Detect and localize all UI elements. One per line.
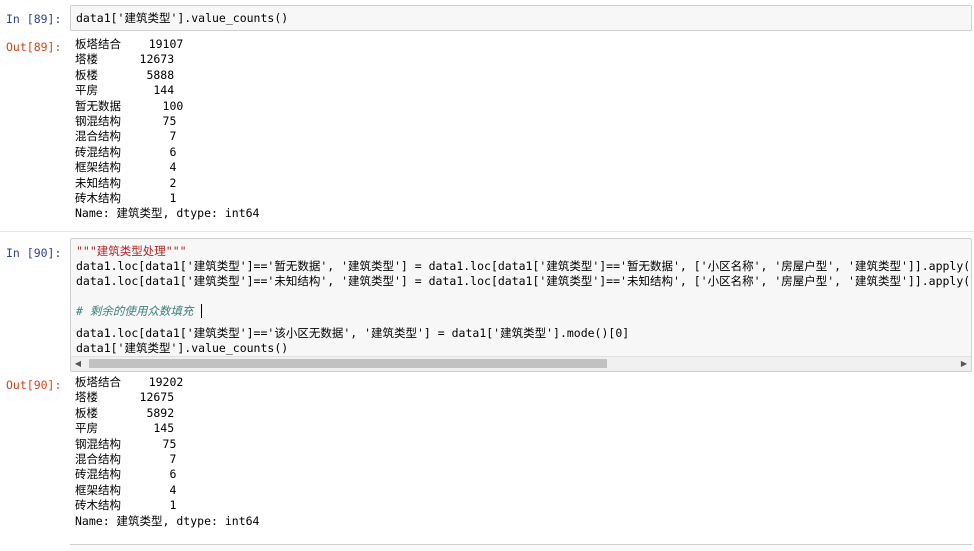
input-prompt-90: In [90]:	[6, 246, 62, 260]
cell-divider	[0, 231, 974, 232]
output-line: 板楼 5892	[75, 405, 175, 420]
output-line: Name: 建筑类型, dtype: int64	[75, 206, 260, 221]
output-line: 混合结构 7	[75, 452, 177, 466]
output-line: Name: 建筑类型, dtype: int64	[75, 513, 260, 528]
output-line: 框架结构 4	[75, 160, 177, 175]
output-line: 板塔结合 19202	[75, 375, 184, 389]
code-line: data1.loc[data1['建筑类型']=='该小区无数据', '建筑类型…	[76, 326, 630, 340]
code-line: data1.loc[data1['建筑类型']=='未知结构', '建筑类型']…	[76, 274, 972, 288]
output-prompt-89: Out[89]:	[6, 40, 62, 54]
output-line: 未知结构 2	[75, 175, 177, 190]
input-prompt-89: In [89]:	[6, 12, 62, 26]
output-line: 钢混结构 75	[75, 114, 177, 128]
code-line: data1['建筑类型'].value_counts()	[76, 341, 289, 355]
output-line: 砖混结构 6	[75, 467, 177, 482]
scroll-right-icon[interactable]: ▶	[957, 357, 971, 371]
output-line: 砖木结构 1	[75, 498, 177, 513]
code-line: data1['建筑类型'].value_counts()	[76, 11, 289, 25]
code-cell-90[interactable]: """建筑类型处理""" data1.loc[data1['建筑类型']=='暂…	[70, 238, 972, 372]
output-line: 塔楼 12675	[75, 390, 175, 405]
output-line: 平房 145	[75, 421, 175, 436]
output-line: 混合结构 7	[75, 129, 177, 144]
code-line: data1.loc[data1['建筑类型']=='暂无数据', '建筑类型']…	[76, 259, 972, 273]
scroll-left-icon[interactable]: ◀	[71, 357, 85, 371]
output-line: 板塔结合 19107	[75, 37, 184, 51]
scroll-thumb[interactable]	[89, 359, 607, 368]
output-prompt-90: Out[90]:	[6, 378, 62, 392]
code-docstring: """建筑类型处理"""	[76, 244, 187, 258]
code-comment: # 剩余的使用众数填充	[76, 304, 194, 318]
code-cell-89[interactable]: data1['建筑类型'].value_counts()	[70, 5, 972, 31]
horizontal-scrollbar[interactable]: ◀ ▶	[71, 356, 971, 371]
output-line: 平房 144	[75, 83, 175, 98]
output-line: 钢混结构 75	[75, 436, 177, 451]
output-line: 板楼 5888	[75, 67, 175, 82]
output-line: 砖木结构 1	[75, 191, 177, 205]
text-cursor	[201, 304, 202, 318]
output-line: 塔楼 12673	[75, 52, 175, 67]
output-line: 暂无数据 100	[75, 98, 184, 113]
output-line: 框架结构 4	[75, 482, 177, 497]
output-line: 砖混结构 6	[75, 144, 177, 159]
